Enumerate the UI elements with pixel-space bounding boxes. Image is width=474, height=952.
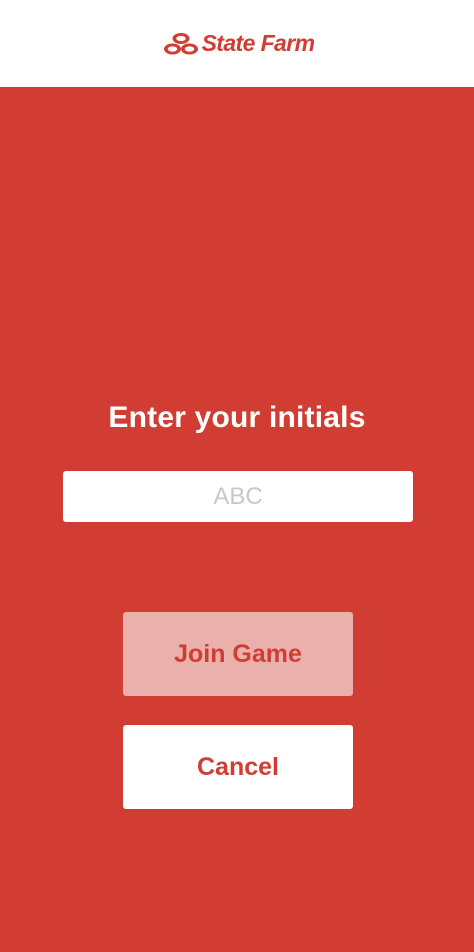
enter-initials-heading: Enter your initials — [108, 401, 366, 434]
state-farm-logo: State Farm — [163, 30, 315, 56]
cancel-button[interactable]: Cancel — [123, 725, 353, 809]
join-game-button[interactable]: Join Game — [123, 612, 353, 696]
initials-input[interactable] — [63, 471, 413, 522]
brand-name: State Farm — [201, 30, 315, 56]
state-farm-three-ovals-icon — [163, 32, 198, 54]
app-header: State Farm — [0, 0, 474, 87]
